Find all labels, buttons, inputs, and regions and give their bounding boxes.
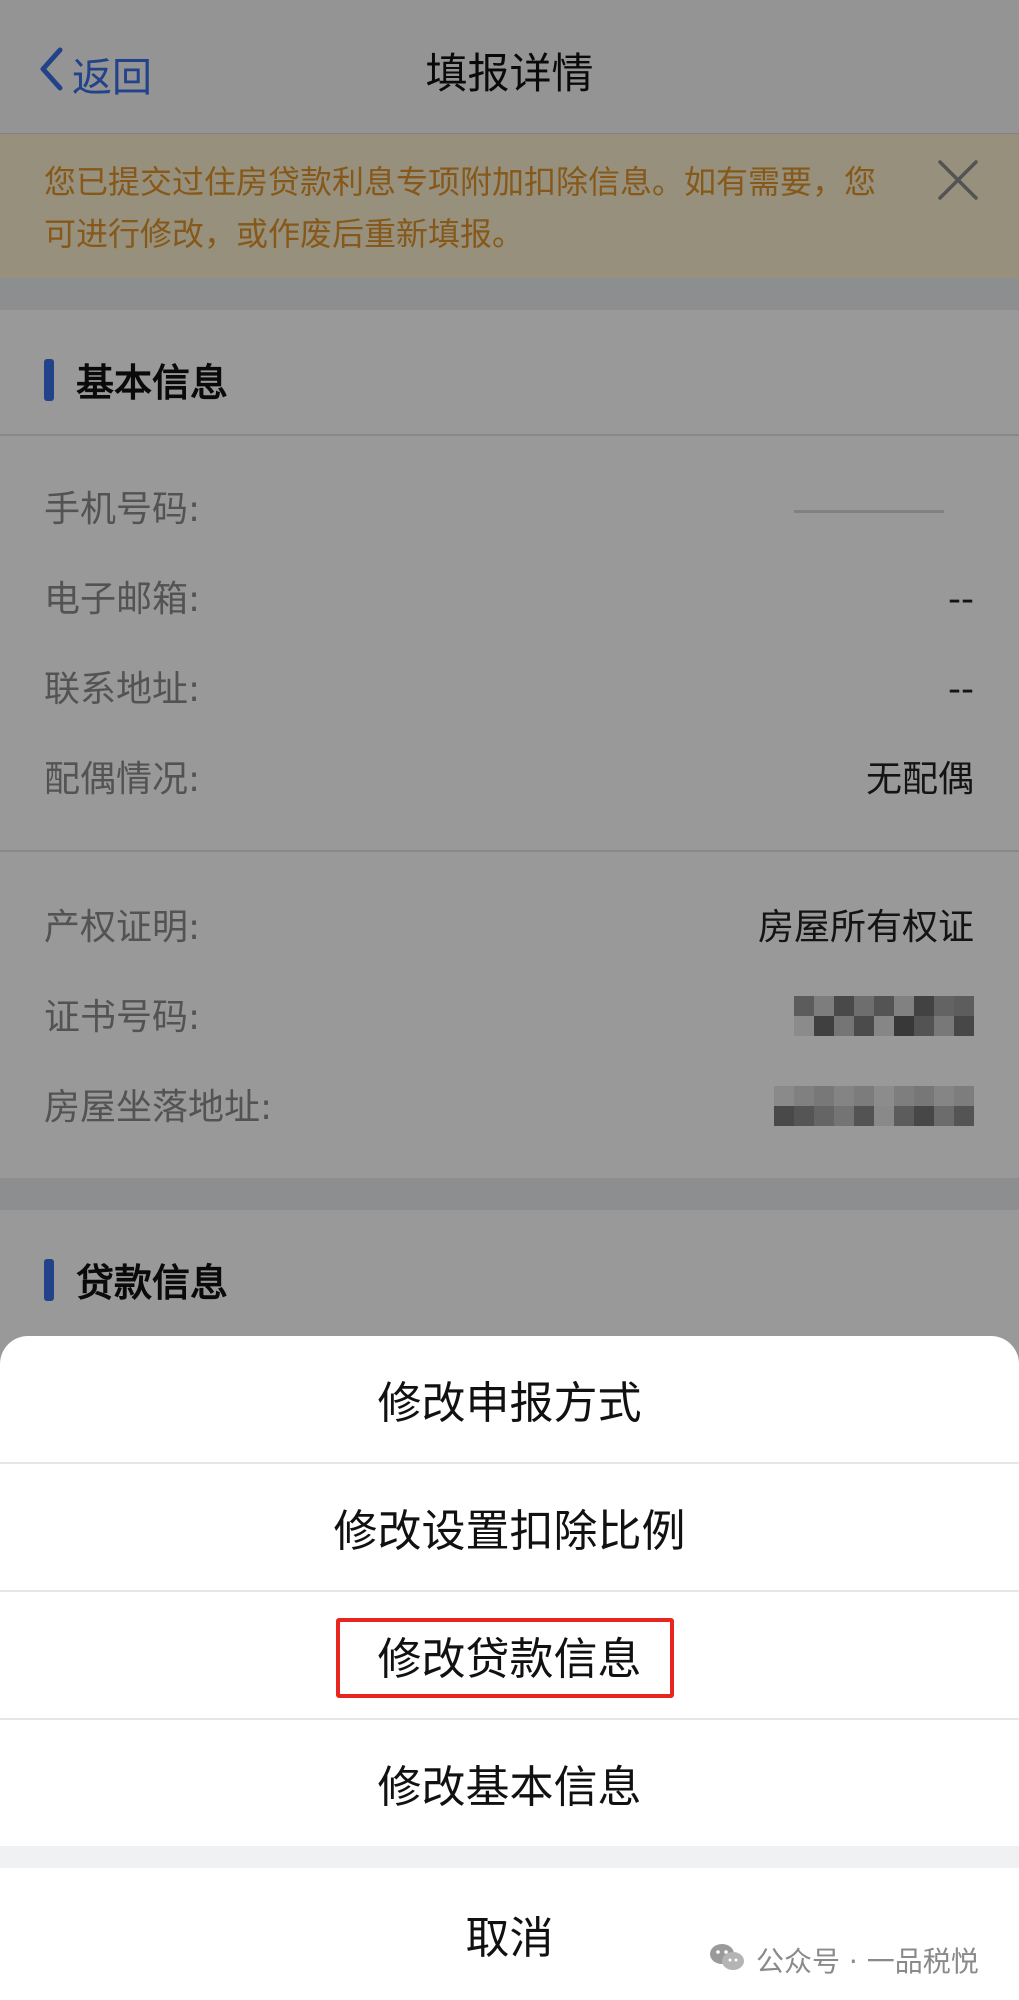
- page: 返回 填报详情 您已提交过住房贷款利息专项附加扣除信息。如有需要，您可进行修改，…: [0, 0, 1019, 2000]
- modify-loan-info-button[interactable]: 修改贷款信息: [0, 1592, 1019, 1718]
- wechat-icon: [708, 1941, 746, 1980]
- modify-basic-info-button[interactable]: 修改基本信息: [0, 1720, 1019, 1846]
- modify-deduction-ratio-button[interactable]: 修改设置扣除比例: [0, 1464, 1019, 1590]
- modify-filing-method-button[interactable]: 修改申报方式: [0, 1336, 1019, 1462]
- watermark-text: 公众号 · 一品税悦: [756, 1945, 979, 1978]
- watermark: 公众号 · 一品税悦: [708, 1938, 979, 1982]
- action-sheet: 修改申报方式 修改设置扣除比例 修改贷款信息 修改基本信息 取消: [0, 1336, 1019, 2000]
- sheet-gap: [0, 1846, 1019, 1868]
